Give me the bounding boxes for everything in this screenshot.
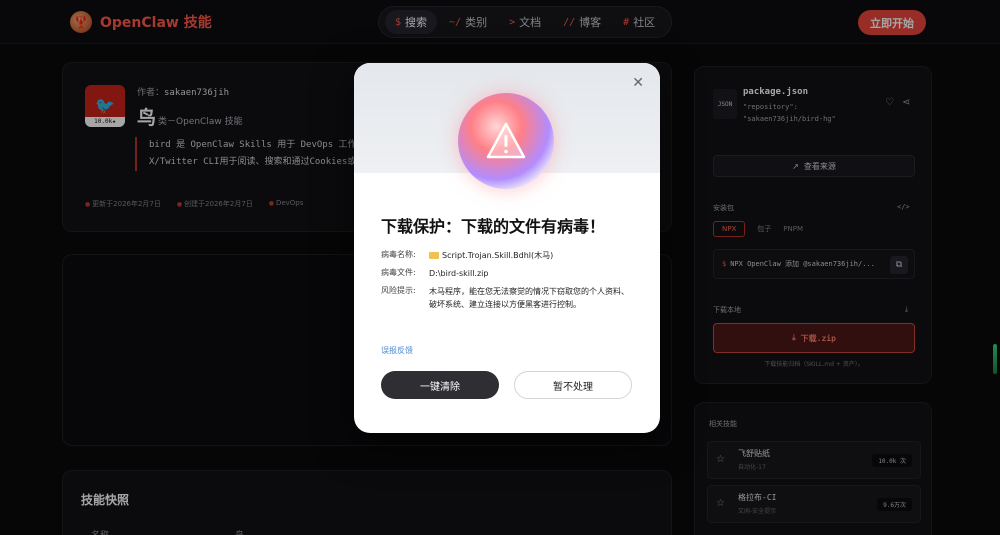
one-click-clean-button[interactable]: 一键清除: [381, 371, 499, 399]
close-icon[interactable]: ✕: [632, 75, 644, 91]
virus-name-label: 病毒名称:: [381, 250, 416, 259]
ignore-for-now-button[interactable]: 暂不处理: [514, 371, 632, 399]
risk-text: 木马程序，能在您无法察觉的情况下窃取您的个人资料、破坏系统、建立连接以方便黑客进…: [429, 287, 629, 309]
virus-file-row: 病毒文件: D:\bird-skill.zip: [381, 267, 488, 280]
folder-icon: [429, 252, 439, 259]
risk-label: 风险提示:: [381, 286, 416, 295]
virus-warning-dialog: ✕ 下载保护：下载的文件有病毒！ 病毒名称: Script.Trojan.Ski…: [354, 63, 660, 433]
warning-triangle-icon: [486, 122, 526, 159]
virus-file-label: 病毒文件:: [381, 268, 416, 277]
risk-row: 风险提示: 木马程序，能在您无法察觉的情况下窃取您的个人资料、破坏系统、建立连接…: [381, 285, 629, 311]
virus-name-value: Script.Trojan.Skill.Bdhl(木马): [442, 251, 554, 260]
virus-name-row: 病毒名称: Script.Trojan.Skill.Bdhl(木马): [381, 249, 553, 262]
false-positive-feedback-link[interactable]: 误报反馈: [381, 345, 413, 356]
virus-file-value: D:\bird-skill.zip: [429, 269, 489, 278]
dialog-title: 下载保护：下载的文件有病毒！: [381, 217, 606, 236]
warning-orb: [458, 93, 554, 189]
